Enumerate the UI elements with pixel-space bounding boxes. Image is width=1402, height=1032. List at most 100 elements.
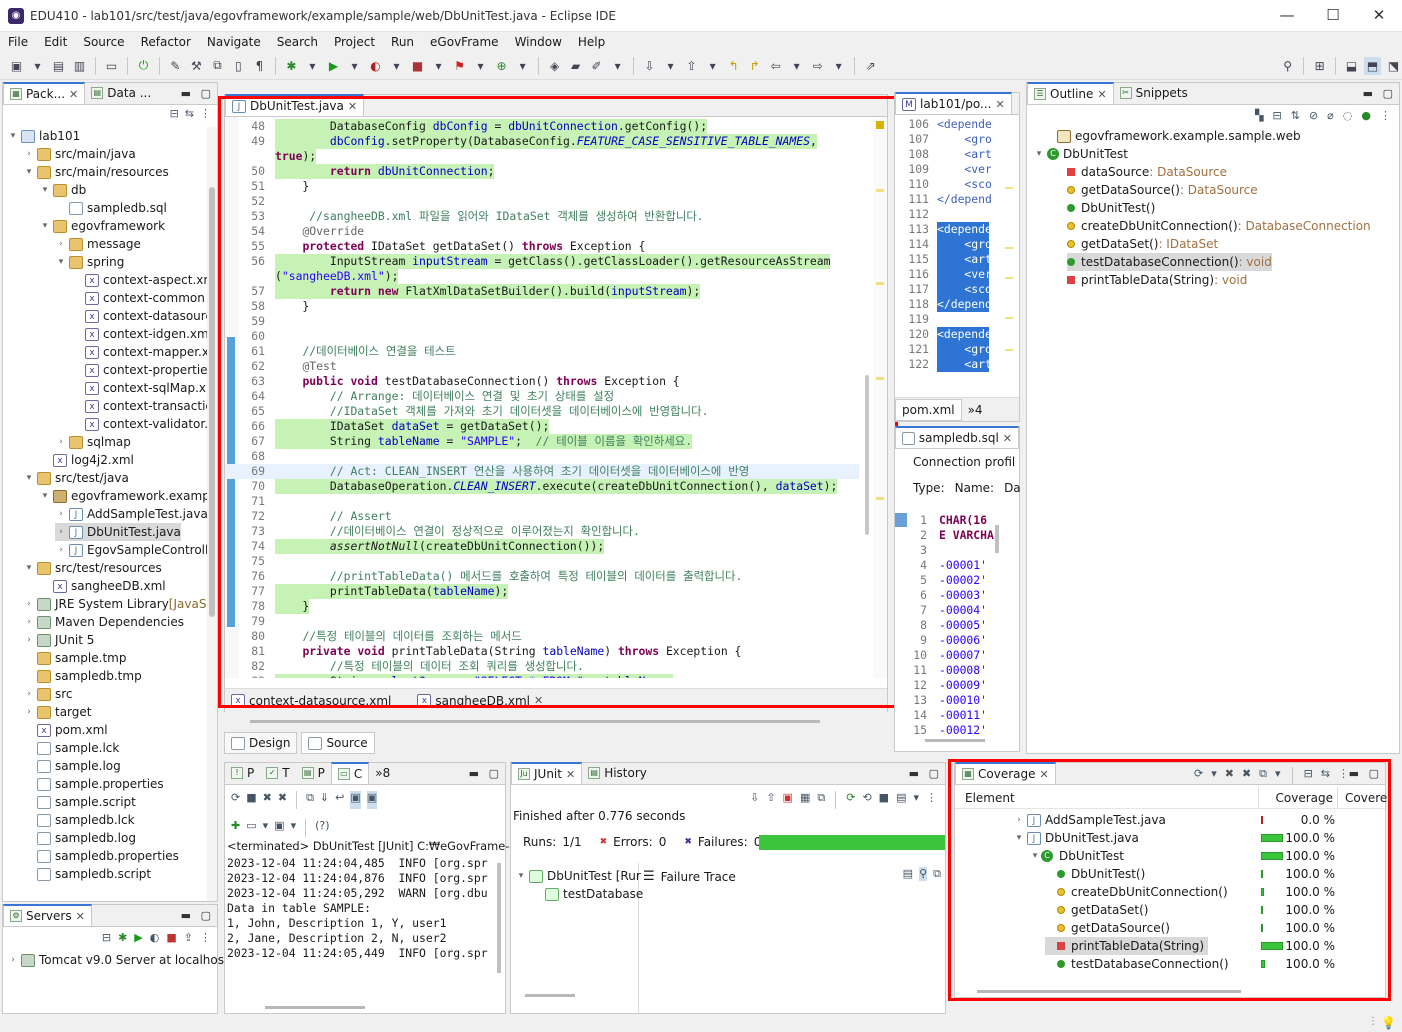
java-ee-perspective-icon[interactable]: ⬓ bbox=[1343, 57, 1360, 75]
pom-line[interactable]: 122 <art bbox=[895, 357, 991, 372]
expand-toggle-icon[interactable]: › bbox=[55, 437, 67, 447]
menu-source[interactable]: Source bbox=[75, 35, 132, 49]
code-line[interactable]: 51 } bbox=[225, 179, 859, 194]
dropdown-icon[interactable]: ▾ bbox=[704, 57, 721, 75]
sql-line[interactable]: 5 -00002' bbox=[895, 573, 999, 588]
coverage-row[interactable]: getDataSet() 100.0 % bbox=[955, 901, 1385, 919]
code-line[interactable]: 81 private void printTableData(String ta… bbox=[225, 644, 859, 659]
tab-data-source[interactable]: ▤ Data ... bbox=[85, 82, 157, 104]
link-selection-icon[interactable]: ⇆ bbox=[1321, 767, 1330, 785]
sql-line[interactable]: 15 -00012' bbox=[895, 723, 999, 735]
menu-help[interactable]: Help bbox=[570, 35, 613, 49]
coverage-run-icon[interactable]: ◐ bbox=[367, 57, 384, 75]
sql-line[interactable]: 2 E VARCHA bbox=[895, 528, 999, 543]
code-line[interactable]: 62 @Test bbox=[225, 359, 859, 374]
tree-item[interactable]: › Maven Dependencies bbox=[23, 613, 184, 631]
collapse-all-icon[interactable]: ⊟ bbox=[1304, 767, 1313, 785]
outline-item[interactable]: testDatabaseConnection() : void bbox=[1067, 253, 1272, 271]
tab-junit[interactable]: Ju JUnit ✕ bbox=[511, 762, 583, 784]
remove-session-icon[interactable]: ✖ bbox=[1225, 767, 1234, 785]
open-type-icon[interactable]: ◈ bbox=[546, 57, 563, 75]
forward-edit-icon[interactable]: ↱ bbox=[746, 57, 763, 75]
minimize-icon[interactable]: ▬ bbox=[469, 767, 479, 780]
pom-line[interactable]: 114 <gro bbox=[895, 237, 991, 252]
tool-icon[interactable]: ✎ bbox=[167, 57, 184, 75]
profile-server-icon[interactable]: ◐ bbox=[150, 931, 160, 944]
menu-run[interactable]: Run bbox=[383, 35, 422, 49]
select-session-icon[interactable]: ▾ bbox=[1275, 767, 1281, 785]
tree-item[interactable]: sample.log bbox=[23, 757, 121, 775]
dropdown-icon[interactable]: ▾ bbox=[788, 57, 805, 75]
remove-launch-icon[interactable]: ✖ bbox=[263, 791, 272, 809]
dropdown-icon[interactable]: ▾ bbox=[609, 57, 626, 75]
pom-line[interactable]: 121 <gro bbox=[895, 342, 991, 357]
show-on-output-icon[interactable]: ▣ bbox=[350, 791, 361, 809]
tree-item[interactable]: sample.properties bbox=[23, 775, 164, 793]
hide-static-icon[interactable]: ⌀ bbox=[1327, 109, 1334, 122]
col-coverage[interactable]: Coverage bbox=[1276, 791, 1334, 805]
filter-trace-icon[interactable]: ⚲ bbox=[919, 867, 928, 881]
tree-item[interactable]: x context-mapper.x bbox=[71, 343, 207, 361]
terminal-icon[interactable]: ▭ bbox=[103, 57, 120, 75]
history-dropdown-icon[interactable]: ▤ bbox=[896, 791, 906, 809]
tree-item[interactable]: x context-aspect.xm bbox=[71, 271, 207, 289]
expand-toggle-icon[interactable]: › bbox=[23, 149, 35, 159]
maximize-icon[interactable]: ▢ bbox=[1369, 767, 1379, 780]
open-perspective-icon[interactable]: ⊞ bbox=[1311, 57, 1328, 75]
pom-line[interactable]: 118 </depend bbox=[895, 297, 991, 312]
code-line[interactable]: 68 bbox=[225, 449, 859, 464]
code-line[interactable]: 64 // Arrange: 데이터베이스 연결 및 초기 상태를 설정 bbox=[225, 389, 859, 404]
pom-line[interactable]: 111 </depend bbox=[895, 192, 991, 207]
code-line[interactable]: 67 String tableName = "SAMPLE"; // 테이블 이… bbox=[225, 434, 859, 449]
pom-line[interactable]: 116 <ver bbox=[895, 267, 991, 282]
pen-icon[interactable]: ✐ bbox=[588, 57, 605, 75]
remove-all-sessions-icon[interactable]: ✖ bbox=[1242, 767, 1251, 785]
filter-icon[interactable]: ⋮ bbox=[200, 107, 211, 120]
tab-more-views[interactable]: »8 bbox=[369, 762, 396, 784]
dropdown-icon[interactable]: ▾ bbox=[263, 819, 269, 837]
expand-toggle-icon[interactable]: › bbox=[1013, 815, 1025, 825]
coverage-row[interactable]: testDatabaseConnection() 100.0 % bbox=[955, 955, 1385, 973]
code-line[interactable]: 75 bbox=[225, 554, 859, 569]
pom-line[interactable]: 108 <art bbox=[895, 147, 991, 162]
expand-toggle-icon[interactable]: ▾ bbox=[7, 131, 19, 141]
menu-search[interactable]: Search bbox=[269, 35, 326, 49]
tree-item[interactable]: sampledb.script bbox=[23, 865, 151, 883]
pom-line[interactable]: 120 <depende bbox=[895, 327, 991, 342]
tab-dbunittest-java[interactable]: J DbUnitTest.java ✕ bbox=[225, 94, 365, 116]
open-folder-icon[interactable]: ▰ bbox=[567, 57, 584, 75]
tree-item[interactable]: › src/main/java bbox=[23, 145, 136, 163]
tab-problems[interactable]: ! P bbox=[225, 762, 260, 784]
menu-window[interactable]: Window bbox=[507, 35, 570, 49]
dropdown-icon[interactable]: ▾ bbox=[304, 57, 321, 75]
overview-ruler[interactable] bbox=[873, 117, 887, 678]
maximize-icon[interactable]: ▢ bbox=[1383, 87, 1393, 100]
outline-item[interactable]: DbUnitTest() bbox=[1067, 199, 1155, 217]
close-icon[interactable]: ✕ bbox=[566, 768, 575, 781]
lightbulb-icon[interactable]: 💡 bbox=[1381, 1016, 1396, 1030]
word-wrap-icon[interactable]: ↩ bbox=[335, 791, 344, 809]
code-line[interactable]: 57 return new FlatXmlDataSetBuilder().bu… bbox=[225, 284, 859, 299]
code-line[interactable]: 72 // Assert bbox=[225, 509, 859, 524]
expand-toggle-icon[interactable]: ▾ bbox=[39, 491, 51, 501]
external-tools-icon[interactable]: ⚑ bbox=[451, 57, 468, 75]
save-all-icon[interactable]: ▥ bbox=[71, 57, 88, 75]
menu-navigate[interactable]: Navigate bbox=[199, 35, 269, 49]
menu-refactor[interactable]: Refactor bbox=[133, 35, 199, 49]
maximize-icon[interactable]: ▢ bbox=[201, 87, 211, 100]
pom-line[interactable]: 107 <gro bbox=[895, 132, 991, 147]
tree-item[interactable]: sampledb.sql bbox=[55, 199, 167, 217]
dropdown-icon[interactable]: ▾ bbox=[430, 57, 447, 75]
code-line[interactable]: 49 dbConfig.setProperty(DatabaseConfig.F… bbox=[225, 134, 859, 149]
pilcrow-icon[interactable]: ¶ bbox=[251, 57, 268, 75]
expand-toggle-icon[interactable]: ▾ bbox=[39, 221, 51, 231]
run-icon[interactable]: ▶ bbox=[325, 57, 342, 75]
tree-item[interactable]: › sqlmap bbox=[55, 433, 131, 451]
tree-item[interactable]: x pom.xml bbox=[23, 721, 108, 739]
junit-test-row[interactable]: testDatabase bbox=[543, 885, 643, 903]
close-icon[interactable]: ✕ bbox=[1097, 88, 1106, 101]
close-icon[interactable]: ✕ bbox=[76, 910, 85, 923]
dropdown-icon[interactable]: ▾ bbox=[662, 57, 679, 75]
coverage-row[interactable]: ▾ J DbUnitTest.java 100.0 % bbox=[955, 829, 1385, 847]
dropdown-icon[interactable]: ▾ bbox=[514, 57, 531, 75]
